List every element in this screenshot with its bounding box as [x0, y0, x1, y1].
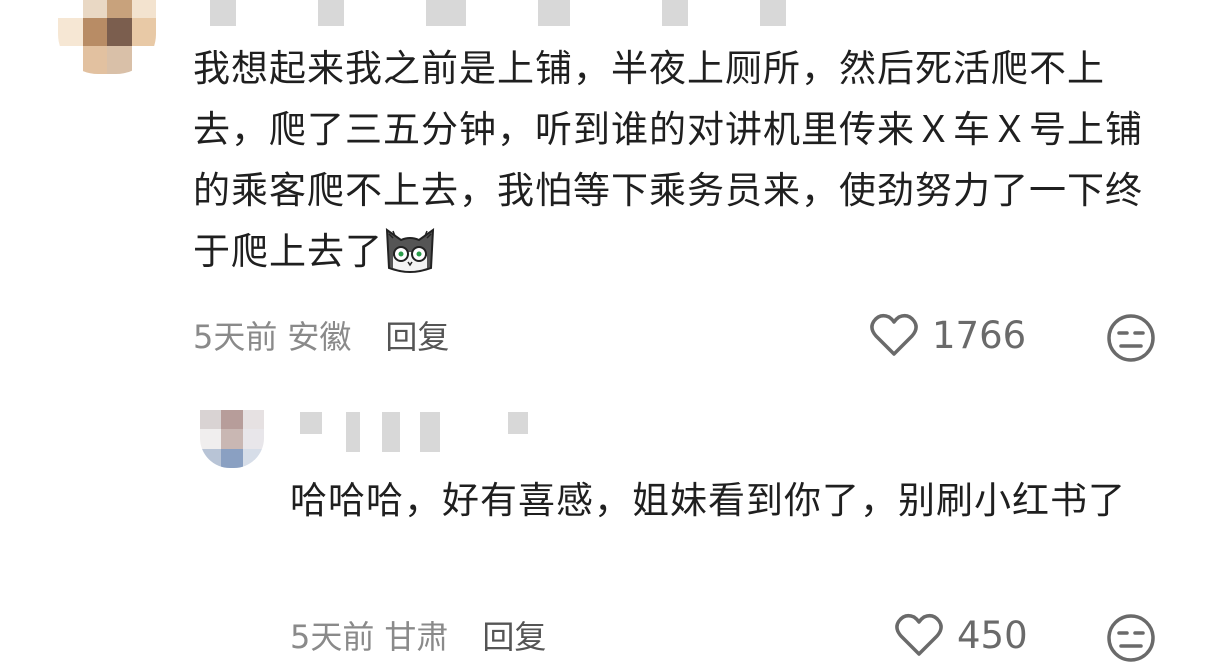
- reply-button[interactable]: 回复: [385, 312, 449, 358]
- comment: 我想起来我之前是上铺，半夜上厕所，然后死活爬不上去，爬了三五分钟，听到谁的对讲机…: [0, 0, 1206, 380]
- avatar-pixel: [58, 46, 83, 74]
- avatar-pixel: [200, 429, 222, 449]
- avatar-pixel: [242, 429, 264, 449]
- username-blurred[interactable]: [300, 412, 528, 452]
- reply-button[interactable]: 回复: [482, 612, 546, 658]
- timestamp: 5天前: [290, 618, 375, 656]
- neutral-face-icon: [1105, 314, 1157, 368]
- avatar-pixel: [200, 410, 222, 430]
- avatar-pixel: [82, 46, 107, 74]
- avatar-pixel: [131, 18, 156, 46]
- avatar-pixel: [107, 0, 132, 18]
- dislike-button[interactable]: [1105, 312, 1157, 368]
- avatar-pixel: [131, 0, 156, 18]
- shocked-cat-sticker-icon: [383, 224, 437, 274]
- avatar-pixel: [82, 0, 107, 18]
- avatar-pixel: [221, 429, 243, 449]
- comment-text: 哈哈哈，好有喜感，姐妹看到你了，别刷小红书了: [290, 479, 1126, 522]
- avatar[interactable]: [58, 0, 156, 74]
- avatar-pixel: [58, 0, 83, 18]
- comment-text: 我想起来我之前是上铺，半夜上厕所，然后死活爬不上去，爬了三五分钟，听到谁的对讲机…: [193, 47, 1143, 274]
- avatar-pixel: [221, 448, 243, 468]
- avatar-pixel: [221, 410, 243, 430]
- heart-outline-icon: [868, 312, 920, 358]
- avatar-pixel: [107, 18, 132, 46]
- avatar-pixel: [107, 46, 132, 74]
- avatar-pixel: [242, 410, 264, 430]
- like-button[interactable]: 1766: [868, 312, 1026, 358]
- like-count: 450: [957, 613, 1028, 657]
- avatar-pixel: [58, 18, 83, 46]
- location: 安徽: [287, 318, 352, 356]
- comment-meta: 5天前 安徽 回复: [193, 312, 449, 358]
- avatar[interactable]: [200, 410, 264, 468]
- like-button[interactable]: 450: [893, 612, 1028, 658]
- neutral-face-icon: [1105, 614, 1157, 668]
- avatar-pixel: [131, 46, 156, 74]
- timestamp: 5天前: [193, 318, 278, 356]
- location: 甘肃: [384, 618, 449, 656]
- username-blurred[interactable]: [210, 0, 786, 26]
- like-count: 1766: [932, 313, 1027, 357]
- avatar-pixel: [82, 18, 107, 46]
- heart-outline-icon: [893, 612, 945, 658]
- comment-meta: 5天前 甘肃 回复: [290, 612, 546, 658]
- dislike-button[interactable]: [1105, 612, 1157, 668]
